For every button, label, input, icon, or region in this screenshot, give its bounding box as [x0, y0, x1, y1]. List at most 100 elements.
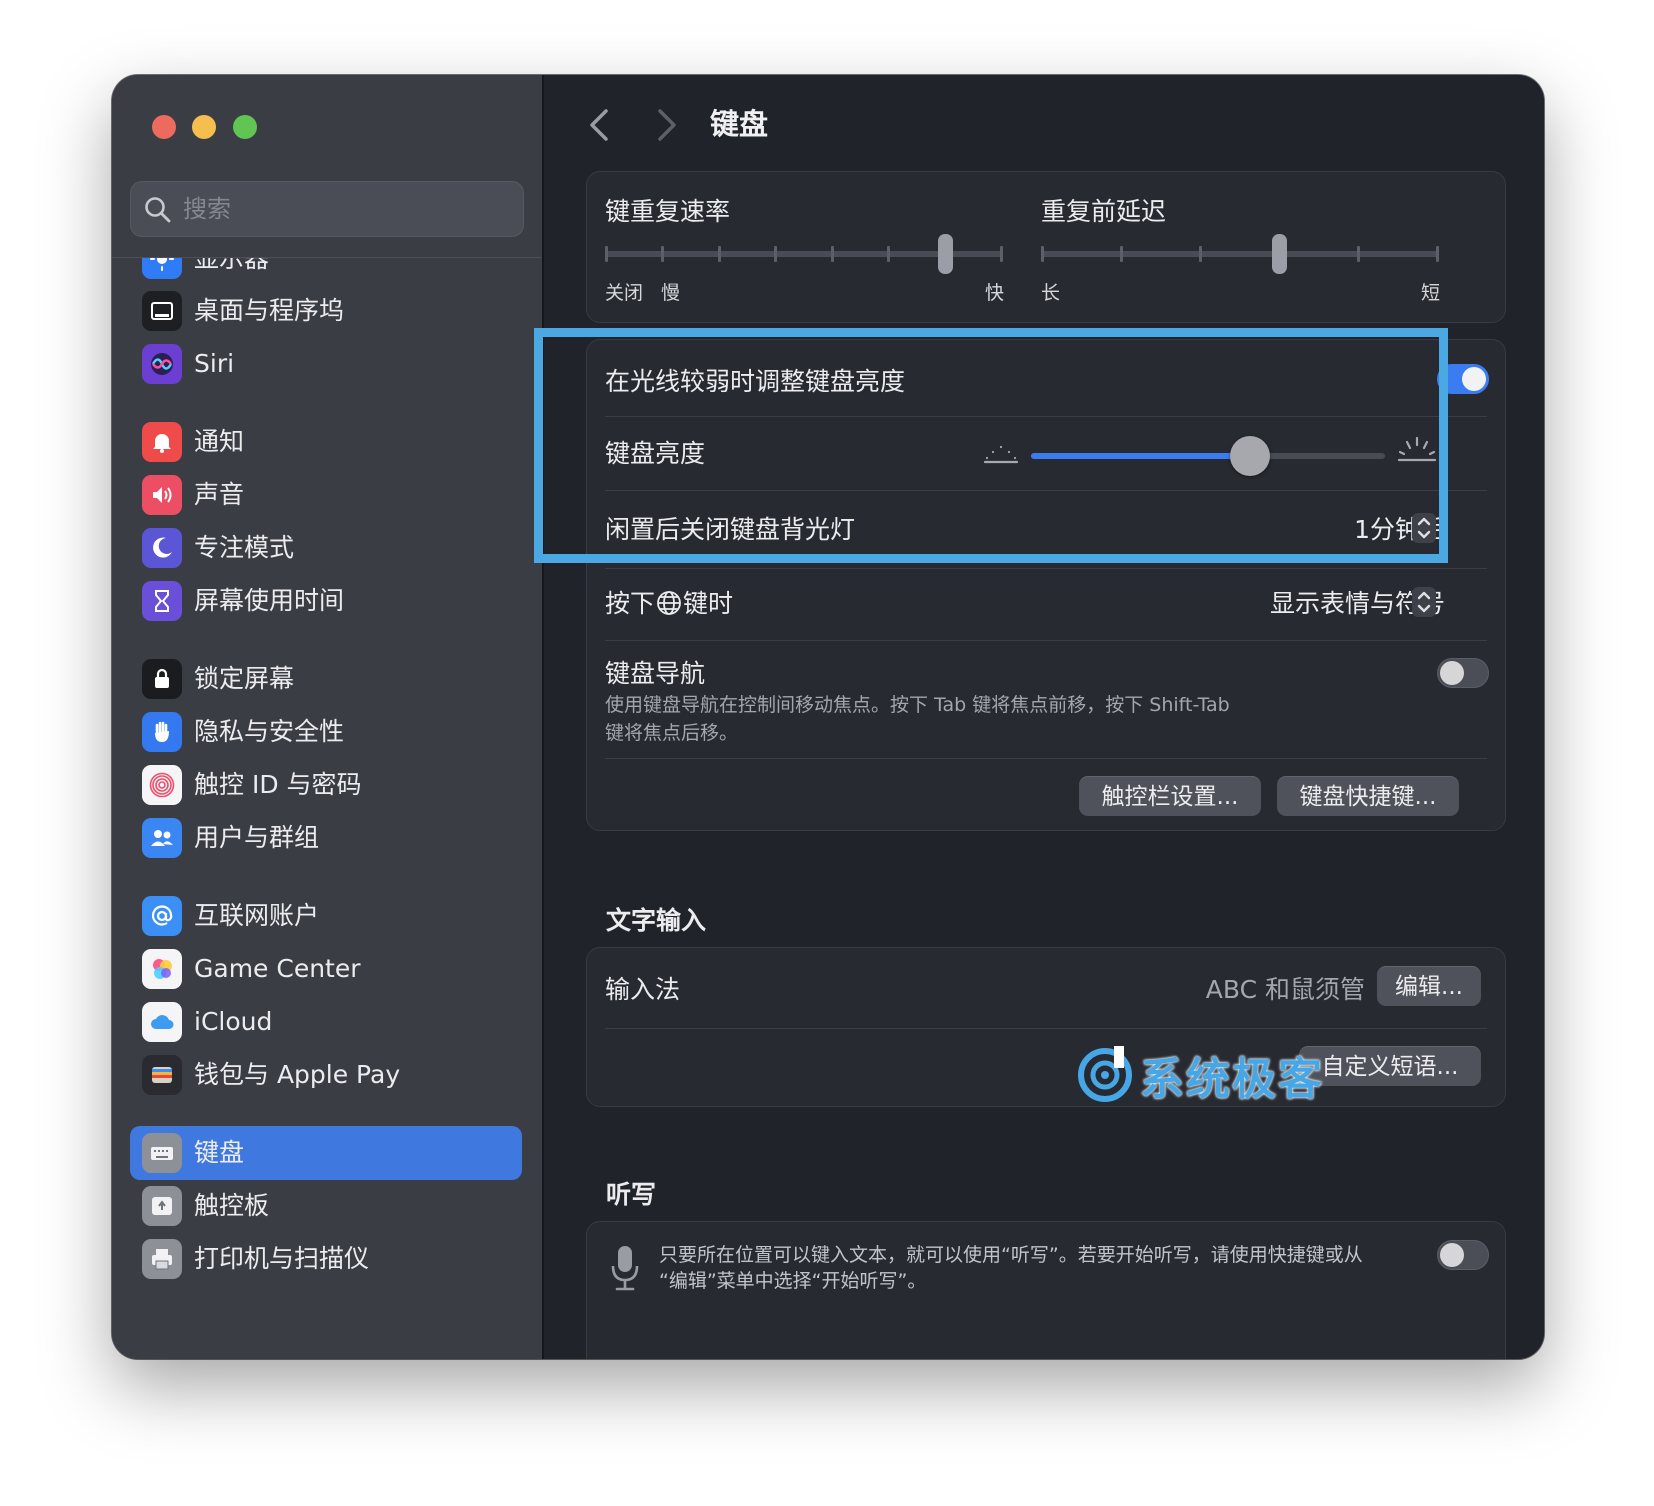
sidebar-item-label: 声音 — [194, 480, 245, 509]
sidebar-item-label: Game Center — [194, 954, 361, 983]
search-box[interactable] — [130, 181, 524, 237]
dictation-toggle[interactable] — [1437, 1240, 1489, 1270]
hand-icon — [142, 712, 182, 752]
at-icon — [142, 896, 182, 936]
watermark-text: 系统极客 — [1140, 1054, 1324, 1105]
input-source-label: 输入法 — [605, 975, 681, 1004]
sidebar-item-label: 触控板 — [194, 1191, 270, 1220]
slider-tick — [605, 246, 608, 262]
slider-tick — [718, 246, 721, 262]
sidebar-item[interactable]: 声音 — [130, 468, 522, 522]
search-icon — [145, 197, 171, 223]
input-source-value: ABC 和鼠须管 — [1205, 975, 1365, 1004]
sidebar-item-label: 用户与群组 — [194, 823, 320, 852]
search-input[interactable] — [183, 182, 513, 236]
edit-input-sources-button[interactable]: 编辑... — [1377, 966, 1481, 1006]
sidebar-item[interactable]: 通知 — [130, 415, 522, 469]
sidebar-item[interactable]: 键盘 — [130, 1126, 522, 1180]
slider-tick — [1000, 246, 1003, 262]
repeat-delay-label: 重复前延迟 — [1041, 197, 1167, 226]
key-repeat-knob[interactable] — [938, 234, 953, 274]
sidebar-item-label: 专注模式 — [194, 533, 295, 562]
minimize-window-button[interactable] — [192, 115, 216, 139]
text-input-card: 输入法 ABC 和鼠须管 编辑... 自定义短语... — [586, 947, 1506, 1107]
slider-tick — [831, 246, 834, 262]
touch-bar-settings-button[interactable]: 触控栏设置... — [1079, 776, 1261, 816]
sidebar-item[interactable]: Siri — [130, 337, 522, 391]
repeat-slow-label: 慢 — [661, 282, 681, 304]
repeat-delay-knob[interactable] — [1272, 234, 1287, 274]
sidebar-item[interactable]: 屏幕使用时间 — [130, 574, 522, 628]
lock-icon — [142, 659, 182, 699]
game-center-icon — [142, 949, 182, 989]
dock-icon — [142, 291, 182, 331]
sidebar-item-label: 键盘 — [194, 1138, 245, 1167]
key-repeat-slider[interactable] — [605, 234, 1003, 276]
delay-short-label: 短 — [1421, 282, 1441, 304]
close-window-button[interactable] — [152, 115, 176, 139]
keyboard-nav-toggle[interactable] — [1437, 658, 1489, 688]
sidebar-item[interactable]: iCloud — [130, 995, 522, 1049]
keyboard-settings-card: 在光线较弱时调整键盘亮度 键盘亮度 闲置后关闭键盘背光灯 1分钟后 按下 键时 … — [586, 339, 1506, 831]
globe-key-label-after: 键时 — [683, 589, 734, 618]
globe-key-label-before: 按下 — [605, 589, 656, 618]
slider-tick — [661, 246, 664, 262]
sidebar-item-label: 锁定屏幕 — [194, 664, 295, 693]
keyboard-brightness-label: 键盘亮度 — [605, 439, 706, 468]
sidebar-item[interactable]: 钱包与 Apple Pay — [130, 1048, 522, 1102]
delay-long-label: 长 — [1041, 282, 1061, 304]
sidebar-list[interactable]: 显示器 桌面与程序坞 Siri 通知声音专注模式屏幕使用时间锁定屏幕隐私与安全性触控 … — [112, 257, 542, 1359]
dictation-card: 只要所在位置可以键入文本，就可以使用“听写”。若要开始听写，请使用快捷键或从 “… — [586, 1221, 1506, 1359]
brightness-low-icon — [983, 445, 1019, 464]
backlight-stepper-icon[interactable] — [1411, 512, 1437, 544]
keyboard-nav-label: 键盘导航 — [605, 659, 706, 688]
sidebar-item[interactable]: 打印机与扫描仪 — [130, 1232, 522, 1286]
hourglass-icon — [142, 581, 182, 621]
cloud-icon — [142, 1002, 182, 1042]
wallet-icon — [142, 1055, 182, 1095]
fingerprint-icon — [142, 765, 182, 805]
display-icon — [142, 258, 182, 279]
text-replacements-button[interactable]: 自定义短语... — [1299, 1046, 1481, 1086]
sidebar-item[interactable]: 隐私与安全性 — [130, 705, 522, 759]
keyboard-brightness-slider[interactable] — [1031, 436, 1385, 476]
sidebar-item[interactable]: 用户与群组 — [130, 811, 522, 865]
page-title: 键盘 — [710, 107, 769, 141]
sidebar: 显示器桌面与程序坞 Siri 通知声音专注模式屏幕使用时间锁定屏幕隐私与安全性触控 … — [112, 75, 544, 1359]
sidebar-item[interactable]: Game Center — [130, 942, 522, 996]
siri-icon — [142, 344, 182, 384]
key-repeat-label: 键重复速率 — [605, 197, 731, 226]
settings-window: 显示器桌面与程序坞 Siri 通知声音专注模式屏幕使用时间锁定屏幕隐私与安全性触控 … — [112, 75, 1544, 1359]
back-chevron-icon[interactable] — [584, 107, 614, 143]
globe-key-stepper-icon[interactable] — [1411, 586, 1437, 618]
sidebar-item-label: iCloud — [194, 1007, 273, 1036]
main-pane: 键盘 键重复速率 重复前延迟 关闭 慢 快 长 短 在光线较弱时调整键盘亮度 键… — [544, 75, 1544, 1359]
sidebar-item-label: 触控 ID 与密码 — [194, 770, 362, 799]
adjust-brightness-toggle[interactable] — [1437, 364, 1489, 394]
sidebar-item[interactable]: 专注模式 — [130, 521, 522, 575]
sidebar-item[interactable]: 触控 ID 与密码 — [130, 758, 522, 812]
dictation-desc-line2: “编辑”菜单中选择“开始听写”。 — [659, 1270, 927, 1292]
sidebar-item[interactable]: 触控板 — [130, 1179, 522, 1233]
slider-tick — [774, 246, 777, 262]
slider-tick — [887, 246, 890, 262]
sidebar-item[interactable]: 锁定屏幕 — [130, 652, 522, 706]
printer-icon — [142, 1239, 182, 1279]
forward-chevron-icon[interactable] — [652, 107, 682, 143]
sidebar-item-label: 互联网账户 — [194, 901, 320, 930]
sidebar-item[interactable]: 显示器 — [130, 258, 522, 286]
dictation-desc-line1: 只要所在位置可以键入文本，就可以使用“听写”。若要开始听写，请使用快捷键或从 — [659, 1244, 1363, 1266]
slider-tick — [1199, 246, 1202, 262]
watermark: 系统极客 — [1076, 1045, 1324, 1105]
users-icon — [142, 818, 182, 858]
slider-tick — [1120, 246, 1123, 262]
sidebar-item-label: 打印机与扫描仪 — [194, 1244, 370, 1273]
keyboard-shortcuts-button[interactable]: 键盘快捷键... — [1277, 776, 1459, 816]
zoom-window-button[interactable] — [233, 115, 257, 139]
sidebar-item[interactable]: 桌面与程序坞 — [130, 284, 522, 338]
brightness-slider-knob[interactable] — [1230, 436, 1270, 476]
watermark-logo-icon — [1078, 1046, 1132, 1102]
repeat-delay-slider[interactable] — [1041, 234, 1439, 276]
sidebar-item[interactable]: 互联网账户 — [130, 889, 522, 943]
repeat-fast-label: 快 — [985, 282, 1005, 304]
